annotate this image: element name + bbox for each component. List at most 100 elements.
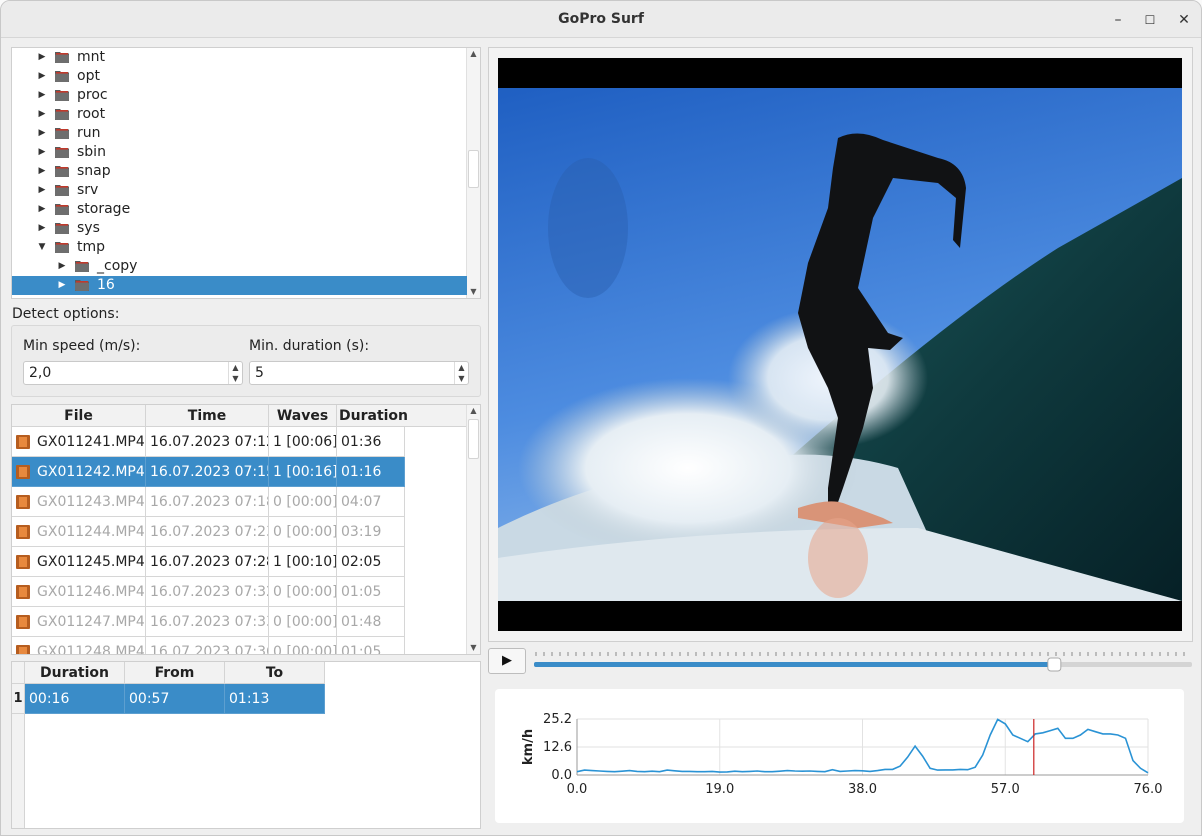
file-cell-waves[interactable]: 0 [00:00] <box>269 517 337 547</box>
column-header-from[interactable]: From <box>125 662 225 684</box>
min-speed-stepper[interactable]: ▲ ▼ <box>228 362 242 384</box>
column-header-file[interactable]: File <box>12 405 146 427</box>
file-cell-time[interactable]: 16.07.2023 07:12 <box>146 427 269 457</box>
file-cell-file[interactable]: GX011244.MP4 <box>12 517 146 547</box>
min-duration-spinbox[interactable]: 5 ▲ ▼ <box>249 361 469 385</box>
files-scroll-thumb[interactable] <box>468 419 479 459</box>
video-position-slider[interactable] <box>534 649 1192 673</box>
file-cell-duration[interactable]: 01:05 <box>337 637 405 654</box>
file-cell-file[interactable]: GX011242.MP4 <box>12 457 146 487</box>
spin-up-icon[interactable]: ▲ <box>229 362 242 373</box>
expand-arrow-icon[interactable]: ▶ <box>36 86 48 105</box>
tree-item-proc[interactable]: ▶ proc <box>12 86 467 105</box>
file-cell-time[interactable]: 16.07.2023 07:36 <box>146 637 269 654</box>
file-cell-file[interactable]: GX011243.MP4 <box>12 487 146 517</box>
column-header-wave-duration[interactable]: Duration <box>25 662 125 684</box>
tree-item-label: opt <box>77 68 100 84</box>
wave-cell-from[interactable]: 00:57 <box>125 684 225 714</box>
maximize-button[interactable]: ☐ <box>1140 10 1160 30</box>
expand-arrow-icon[interactable]: ▶ <box>56 276 68 295</box>
file-cell-file[interactable]: GX011247.MP4 <box>12 607 146 637</box>
column-header-to[interactable]: To <box>225 662 325 684</box>
file-cell-duration[interactable]: 04:07 <box>337 487 405 517</box>
slider-handle[interactable] <box>1047 657 1062 672</box>
file-cell-waves[interactable]: 1 [00:06] <box>269 427 337 457</box>
file-cell-duration[interactable]: 02:05 <box>337 547 405 577</box>
expand-arrow-icon[interactable]: ▶ <box>36 200 48 219</box>
spin-down-icon[interactable]: ▼ <box>455 373 468 384</box>
tree-item-sys[interactable]: ▶ sys <box>12 219 467 238</box>
file-cell-duration[interactable]: 03:19 <box>337 517 405 547</box>
file-cell-time[interactable]: 16.07.2023 07:23 <box>146 517 269 547</box>
video-file-icon <box>16 435 30 449</box>
expand-arrow-icon[interactable]: ▶ <box>36 162 48 181</box>
file-cell-file[interactable]: GX011246.MP4 <box>12 577 146 607</box>
file-cell-file[interactable]: GX011241.MP4 <box>12 427 146 457</box>
file-cell-file[interactable]: GX011248.MP4 <box>12 637 146 654</box>
column-header-time[interactable]: Time <box>146 405 269 427</box>
file-cell-time[interactable]: 16.07.2023 07:28 <box>146 547 269 577</box>
directory-tree[interactable]: ▲ ▼ ▶ mnt ▶ opt ▶ proc ▶ root ▶ run ▶ sbin ▶ snap ▶ srv… <box>11 47 481 299</box>
expand-arrow-icon[interactable]: ▶ <box>56 257 68 276</box>
tree-item-16[interactable]: ▶ 16 <box>12 276 467 295</box>
min-duration-stepper[interactable]: ▲ ▼ <box>454 362 468 384</box>
column-header-duration[interactable]: Duration <box>337 405 467 427</box>
close-button[interactable]: ✕ <box>1174 10 1194 30</box>
scroll-down-icon[interactable]: ▼ <box>467 286 480 298</box>
row-header[interactable]: 1 <box>12 684 25 714</box>
tree-item-mnt[interactable]: ▶ mnt <box>12 48 467 67</box>
slider-fill <box>534 662 1054 667</box>
tree-item-snap[interactable]: ▶ snap <box>12 162 467 181</box>
tree-item--copy[interactable]: ▶ _copy <box>12 257 467 276</box>
scroll-up-icon[interactable]: ▲ <box>467 48 480 60</box>
file-cell-waves[interactable]: 0 [00:00] <box>269 607 337 637</box>
collapse-arrow-icon[interactable]: ▼ <box>36 238 48 257</box>
file-cell-duration[interactable]: 01:05 <box>337 577 405 607</box>
tree-item-opt[interactable]: ▶ opt <box>12 67 467 86</box>
video-player[interactable] <box>498 58 1182 631</box>
expand-arrow-icon[interactable]: ▶ <box>36 219 48 238</box>
wave-cell-to[interactable]: 01:13 <box>225 684 325 714</box>
tree-item-tmp[interactable]: ▼ tmp <box>12 238 467 257</box>
file-cell-time[interactable]: 16.07.2023 07:33 <box>146 607 269 637</box>
column-header-waves[interactable]: Waves <box>269 405 337 427</box>
scroll-up-icon[interactable]: ▲ <box>467 405 480 417</box>
title-bar[interactable]: GoPro Surf – ☐ ✕ <box>1 1 1201 38</box>
file-cell-duration[interactable]: 01:36 <box>337 427 405 457</box>
expand-arrow-icon[interactable]: ▶ <box>36 181 48 200</box>
file-cell-waves[interactable]: 0 [00:00] <box>269 637 337 654</box>
tree-scroll-thumb[interactable] <box>468 150 479 188</box>
file-cell-duration[interactable]: 01:16 <box>337 457 405 487</box>
wave-cell-duration[interactable]: 00:16 <box>25 684 125 714</box>
tree-item-storage[interactable]: ▶ storage <box>12 200 467 219</box>
tree-item-srv[interactable]: ▶ srv <box>12 181 467 200</box>
expand-arrow-icon[interactable]: ▶ <box>36 48 48 67</box>
file-cell-waves[interactable]: 1 [00:10] <box>269 547 337 577</box>
file-cell-duration[interactable]: 01:48 <box>337 607 405 637</box>
spin-up-icon[interactable]: ▲ <box>455 362 468 373</box>
file-cell-waves[interactable]: 1 [00:16] <box>269 457 337 487</box>
min-speed-spinbox[interactable]: 2,0 ▲ ▼ <box>23 361 243 385</box>
waves-table[interactable]: Duration From To 1 00:16 00:57 01:13 <box>11 661 481 829</box>
file-cell-time[interactable]: 16.07.2023 07:15 <box>146 457 269 487</box>
file-cell-waves[interactable]: 0 [00:00] <box>269 577 337 607</box>
expand-arrow-icon[interactable]: ▶ <box>36 105 48 124</box>
tree-item-root[interactable]: ▶ root <box>12 105 467 124</box>
file-cell-text: 1 [00:16] <box>273 464 337 480</box>
play-button[interactable]: ▶ <box>488 648 526 674</box>
file-cell-file[interactable]: GX011245.MP4 <box>12 547 146 577</box>
tree-scrollbar[interactable]: ▲ ▼ <box>466 48 480 298</box>
expand-arrow-icon[interactable]: ▶ <box>36 67 48 86</box>
tree-item-run[interactable]: ▶ run <box>12 124 467 143</box>
expand-arrow-icon[interactable]: ▶ <box>36 143 48 162</box>
file-cell-time[interactable]: 16.07.2023 07:32 <box>146 577 269 607</box>
files-scrollbar[interactable]: ▲ ▼ <box>466 405 480 654</box>
minimize-button[interactable]: – <box>1108 10 1128 30</box>
file-cell-waves[interactable]: 0 [00:00] <box>269 487 337 517</box>
files-table[interactable]: File Time Waves Duration ▲ ▼ GX011241.MP… <box>11 404 481 655</box>
scroll-down-icon[interactable]: ▼ <box>467 642 480 654</box>
tree-item-sbin[interactable]: ▶ sbin <box>12 143 467 162</box>
spin-down-icon[interactable]: ▼ <box>229 373 242 384</box>
expand-arrow-icon[interactable]: ▶ <box>36 124 48 143</box>
file-cell-time[interactable]: 16.07.2023 07:18 <box>146 487 269 517</box>
